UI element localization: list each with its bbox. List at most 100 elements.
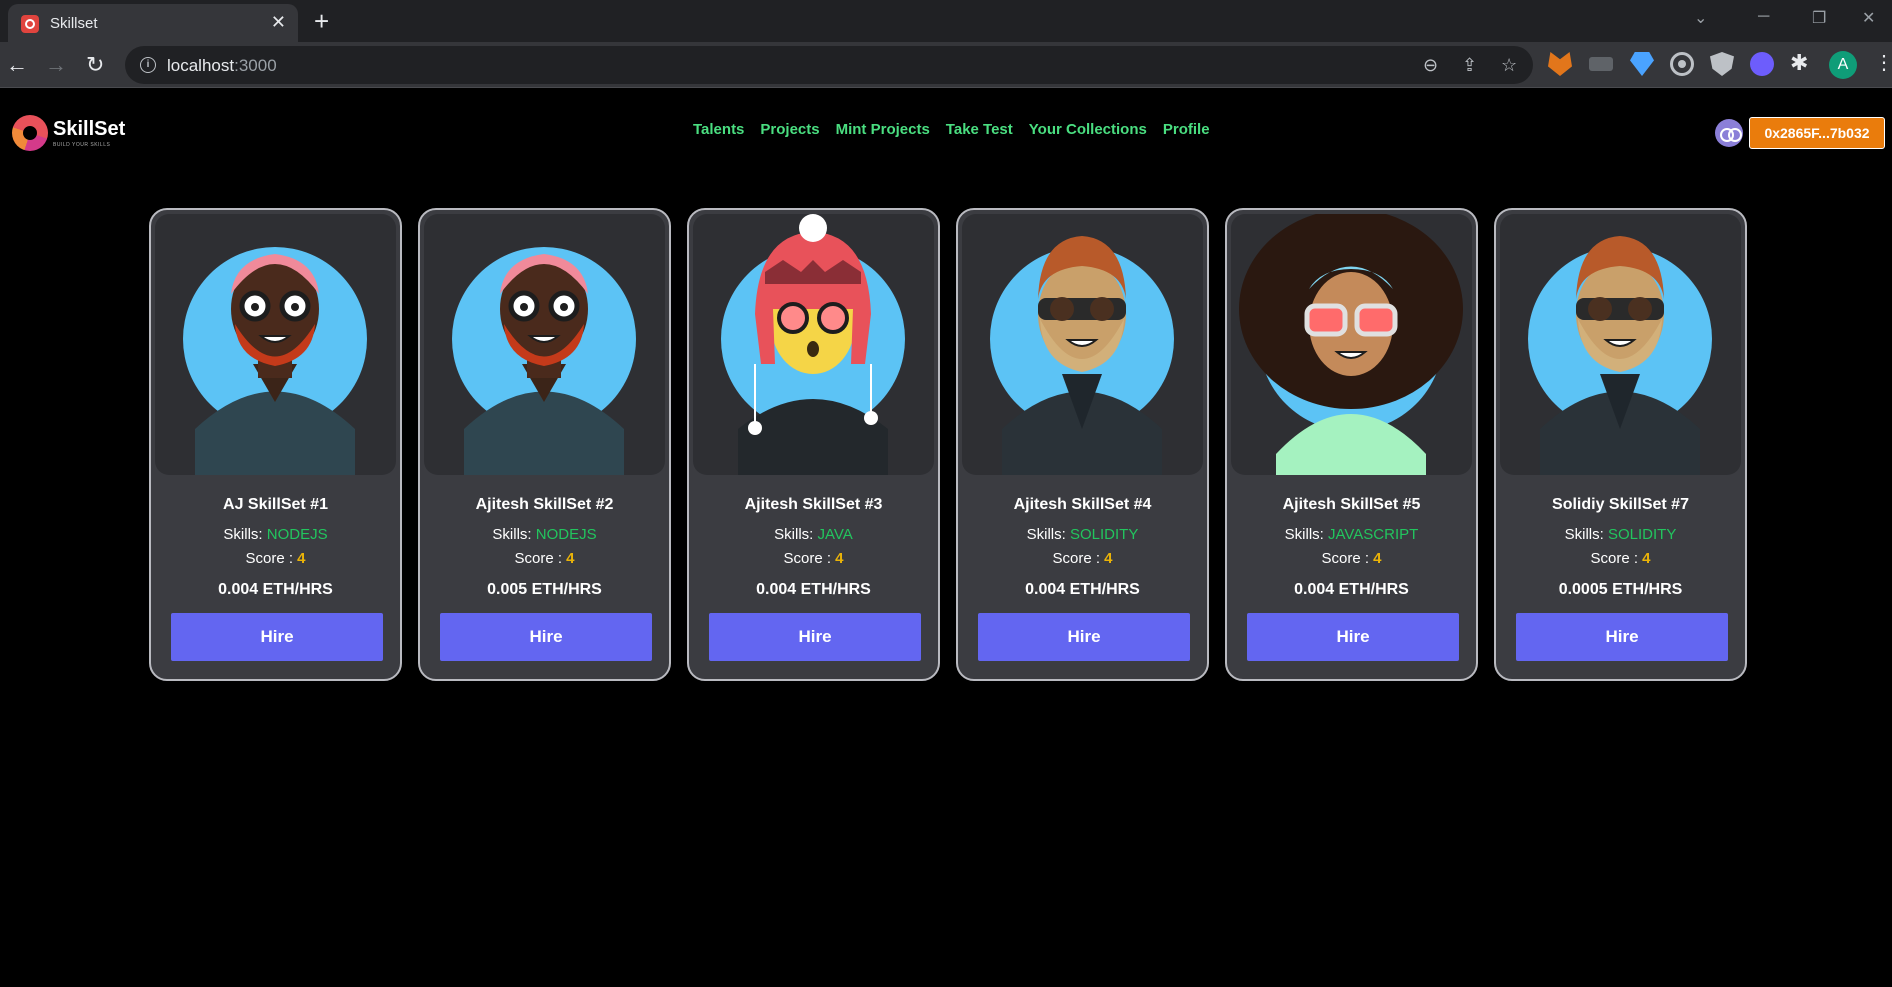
avatar-winter-hat-icon [721,214,905,475]
nav-profile[interactable]: Profile [1163,121,1210,138]
restore-icon[interactable]: ❐ [1812,8,1826,28]
card-skills: Skills: JAVASCRIPT [1227,526,1476,543]
hire-button[interactable]: Hire [1516,613,1728,661]
talent-card-grid: AJ SkillSet #1 Skills: NODEJS Score : 4 … [149,208,1747,681]
card-score: Score : 4 [1496,550,1745,567]
extensions-puzzle-icon[interactable]: ✱ [1790,50,1814,75]
metamask-fox-icon[interactable] [1548,52,1572,76]
card-title: AJ SkillSet #1 [223,496,328,513]
nav-mint-projects[interactable]: Mint Projects [836,121,930,138]
profile-avatar[interactable]: A [1829,51,1857,79]
extension-gem-icon[interactable] [1630,52,1654,76]
zoom-icon[interactable]: ⊖ [1423,55,1438,76]
url-text[interactable]: localhost:3000 [167,56,277,76]
avatar-bald-red-beard-icon [452,247,636,475]
avatar-afro-image [1231,214,1472,475]
score-label: Score : [245,550,298,567]
card-skills: Skills: SOLIDITY [1496,526,1745,543]
card-skills: Skills: JAVA [689,526,938,543]
nav-your-collections[interactable]: Your Collections [1029,121,1147,138]
avatar-brown-hair-beard-icon [990,236,1174,475]
hire-button[interactable]: Hire [978,613,1190,661]
talent-card: Ajitesh SkillSet #5 Skills: JAVASCRIPT S… [1225,208,1478,681]
minimize-icon[interactable]: ─ [1758,8,1769,26]
skills-label: Skills: [492,526,536,543]
skill-value: SOLIDITY [1607,526,1677,543]
card-score: Score : 4 [689,550,938,567]
avatar-bald-red-beard-image [424,214,665,475]
extension-ghost-icon[interactable] [1750,52,1774,76]
hire-button[interactable]: Hire [440,613,652,661]
browser-tab-strip: Skillset ✕ + ⌄ ─ ❐ ✕ [0,0,1892,42]
new-tab-icon[interactable]: + [314,6,329,37]
extension-target-icon[interactable] [1670,52,1694,76]
score-value: 4 [297,550,306,567]
card-title: Ajitesh SkillSet #3 [744,496,883,513]
avatar-brown-hair-beard-image [962,214,1203,475]
skillset-favicon-icon [21,15,39,33]
score-label: Score : [514,550,567,567]
bookmark-star-icon[interactable]: ☆ [1501,55,1517,76]
extension-shield-icon[interactable] [1710,52,1734,76]
card-score: Score : 4 [151,550,400,567]
url-port: :3000 [234,56,277,75]
chevron-down-icon[interactable]: ⌄ [1694,8,1707,28]
skillset-logo[interactable]: SkillSet BUILD YOUR SKILLS [12,115,126,153]
main-nav: Talents Projects Mint Projects Take Test… [693,121,1210,138]
talent-card: Ajitesh SkillSet #4 Skills: SOLIDITY Sco… [956,208,1209,681]
forward-arrow-icon[interactable]: → [45,52,67,78]
avatar-brown-hair-beard-image [1500,214,1741,475]
skills-label: Skills: [1026,526,1070,543]
hire-button[interactable]: Hire [1247,613,1459,661]
reload-icon[interactable]: ↻ [86,52,104,78]
card-score: Score : 4 [1227,550,1476,567]
extension-tag-icon[interactable] [1589,57,1613,71]
nav-projects[interactable]: Projects [760,121,819,138]
card-price: 0.004 ETH/HRS [218,581,333,598]
back-arrow-icon[interactable]: ← [6,52,28,78]
card-price: 0.005 ETH/HRS [487,581,602,598]
card-title: Ajitesh SkillSet #5 [1282,496,1421,513]
browser-menu-icon[interactable]: ⋮ [1874,50,1892,75]
site-info-icon[interactable]: i [140,57,156,73]
card-price: 0.004 ETH/HRS [756,581,871,598]
close-tab-icon[interactable]: ✕ [271,12,286,33]
skills-label: Skills: [223,526,267,543]
score-value: 4 [835,550,844,567]
card-price: 0.004 ETH/HRS [1294,581,1409,598]
share-icon[interactable]: ⇪ [1462,55,1477,76]
hire-button[interactable]: Hire [171,613,383,661]
close-window-icon[interactable]: ✕ [1862,8,1875,28]
score-value: 4 [1642,550,1651,567]
nav-take-test[interactable]: Take Test [946,121,1013,138]
skill-value: NODEJS [266,526,328,543]
score-label: Score : [1052,550,1105,567]
browser-tab-active[interactable]: Skillset ✕ [8,4,298,42]
talent-card: AJ SkillSet #1 Skills: NODEJS Score : 4 … [149,208,402,681]
hire-button[interactable]: Hire [709,613,921,661]
card-title: Ajitesh SkillSet #2 [475,496,614,513]
nav-talents[interactable]: Talents [693,121,744,138]
card-score: Score : 4 [420,550,669,567]
logo-name: SkillSet [53,118,126,140]
avatar-winter-hat-image [693,214,934,475]
logo-tagline: BUILD YOUR SKILLS [53,142,111,148]
talent-card: Solidiy SkillSet #7 Skills: SOLIDITY Sco… [1494,208,1747,681]
card-price: 0.004 ETH/HRS [1025,581,1140,598]
skill-value: JAVASCRIPT [1328,526,1419,543]
skills-label: Skills: [774,526,818,543]
talent-card: Ajitesh SkillSet #3 Skills: JAVA Score :… [687,208,940,681]
avatar-bald-red-beard-image [155,214,396,475]
talent-card: Ajitesh SkillSet #2 Skills: NODEJS Score… [418,208,671,681]
skillset-logo-icon [12,115,48,151]
avatar-bald-red-beard-icon [183,247,367,475]
wallet-address-button[interactable]: 0x2865F...7b032 [1749,117,1885,149]
card-title: Ajitesh SkillSet #4 [1013,496,1152,513]
score-label: Score : [1321,550,1374,567]
card-score: Score : 4 [958,550,1207,567]
card-skills: Skills: NODEJS [420,526,669,543]
chain-network-icon[interactable] [1715,119,1743,147]
address-bar[interactable]: i localhost:3000 ⊖ ⇪ ☆ [125,46,1533,84]
skills-label: Skills: [1564,526,1608,543]
avatar-afro-icon [1239,214,1463,475]
